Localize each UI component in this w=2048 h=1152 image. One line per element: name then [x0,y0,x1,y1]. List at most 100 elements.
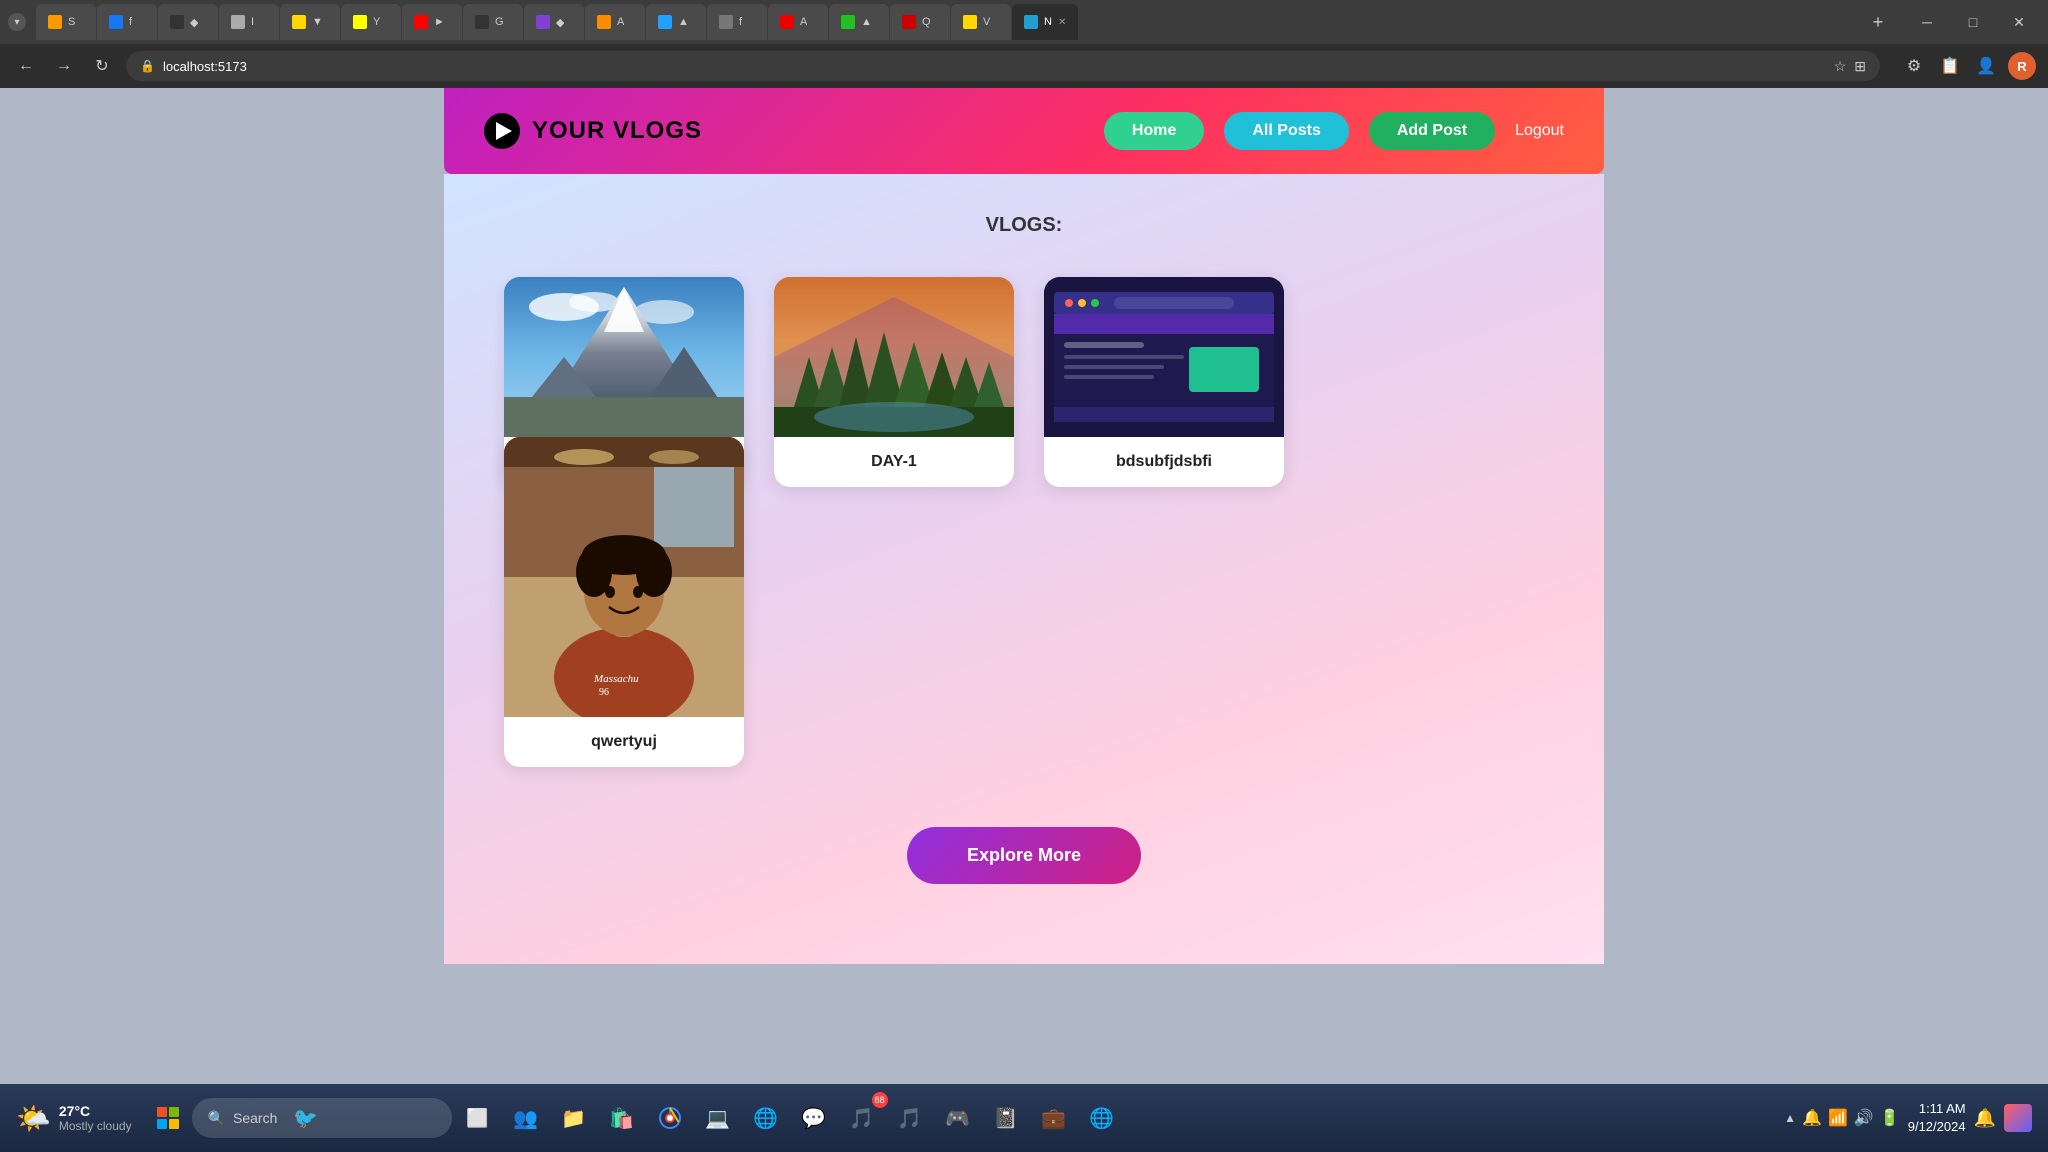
tab-label-3: ◆ [190,16,198,29]
taskbar-app-taskview[interactable]: ⬜ [456,1096,500,1140]
browser-tab-14[interactable]: ▲ [829,4,889,40]
taskbar-app-linkedin[interactable]: 💼 [1032,1096,1076,1140]
tray-volume-icon[interactable]: 🔊 [1854,1108,1874,1128]
tab-favicon-5 [292,15,306,29]
refresh-button[interactable]: ↻ [88,52,116,80]
vlog-card-4[interactable]: Massachu 96 qwertyuj [504,437,744,767]
taskbar-app-whatsapp[interactable]: 💬 [792,1096,836,1140]
browser-tab-11[interactable]: ▲ [646,4,706,40]
taskbar-app-edge[interactable]: 🌐 [744,1096,788,1140]
tab-label-9: ◆ [556,16,564,29]
clock-time: 1:11 AM [1908,1100,1966,1118]
system-tray: ▲ 🔔 📶 🔊 🔋 [1784,1108,1900,1128]
explore-more-button[interactable]: Explore More [907,827,1141,884]
browser-tab-3[interactable]: ◆ [158,4,218,40]
browser-tab-12[interactable]: f [707,4,767,40]
browser-tab-16[interactable]: V [951,4,1011,40]
browser-actions: ⚙ 📋 👤 R [1900,52,2036,80]
mountain-svg [504,277,744,437]
url-display: localhost:5173 [163,59,247,74]
color-swatch-icon[interactable] [2004,1104,2032,1132]
browser-tab-9[interactable]: ◆ [524,4,584,40]
taskbar-app-onenote[interactable]: 📓 [984,1096,1028,1140]
tab-label-6: Y [373,16,380,28]
browser-tab-4[interactable]: I [219,4,279,40]
tab-favicon-11 [658,15,672,29]
win-quad-blue [157,1119,167,1129]
tray-wifi-icon[interactable]: 📶 [1828,1108,1848,1128]
minimize-button[interactable]: ─ [1906,8,1948,36]
taskbar-app-vscode[interactable]: 💻 [696,1096,740,1140]
notification-badge-count: 88 [872,1092,888,1108]
home-button[interactable]: Home [1104,112,1204,150]
vlog-card-3[interactable]: bdsubfjdsbfi [1044,277,1284,487]
tray-battery-icon[interactable]: 🔋 [1880,1108,1900,1128]
extensions-icon[interactable]: ⊞ [1854,58,1866,75]
browser-tab-8[interactable]: G [463,4,523,40]
taskbar-app-teams[interactable]: 👥 [504,1096,548,1140]
tab-favicon-6 [353,15,367,29]
explore-btn-container: Explore More [484,827,1564,924]
forward-button[interactable]: → [50,52,78,80]
tab-label-15: Q [922,16,931,28]
browser-tab-13[interactable]: A [768,4,828,40]
maximize-button[interactable]: □ [1952,8,1994,36]
browser-tab-2[interactable]: f [97,4,157,40]
tab-favicon-active [1024,15,1038,29]
start-button[interactable] [148,1098,188,1138]
add-post-button[interactable]: Add Post [1369,112,1495,150]
system-clock[interactable]: 1:11 AM 9/12/2024 [1908,1100,1966,1136]
taskbar-app-spotify[interactable]: 🎵 [888,1096,932,1140]
browser-tab-10[interactable]: A [585,4,645,40]
weather-temp: 27°C [59,1103,132,1119]
tab-label-1: S [68,16,75,28]
logout-button[interactable]: Logout [1515,122,1564,140]
tab-bar-down-icon[interactable]: ▾ [8,13,26,31]
browser-tab-active[interactable]: N ✕ [1012,4,1078,40]
vlog-image-2 [774,277,1014,437]
tab-favicon-14 [841,15,855,29]
browser-tab-1[interactable]: S [36,4,96,40]
profile-avatar[interactable]: R [2008,52,2036,80]
close-button[interactable]: ✕ [1998,8,2040,36]
taskbar-app-discord[interactable]: 🎮 [936,1096,980,1140]
tab-favicon-12 [719,15,733,29]
browser-tab-15[interactable]: Q [890,4,950,40]
vlog-card-2[interactable]: DAY-1 [774,277,1014,487]
screenshare-icon[interactable]: 📋 [1936,52,1964,80]
taskbar-weather: 🌤️ 27°C Mostly cloudy [16,1102,132,1135]
tab-label-4: I [251,16,254,28]
tray-chevron-icon[interactable]: ▲ [1784,1111,1796,1125]
site-wrapper: YOUR VLOGS Home All Posts Add Post Logou… [444,88,1604,1084]
tab-favicon-15 [902,15,916,29]
taskbar-apps: ⬜ 👥 📁 🛍️ 💻 🌐 💬 🎵 88 🎵 🎮 📓 💼 🌐 [456,1096,1781,1140]
svg-text:Massachu: Massachu [593,673,639,685]
browser-chrome: ▾ S f ◆ I ▼ [0,0,2048,88]
browser-tab-7[interactable]: ► [402,4,462,40]
back-button[interactable]: ← [12,52,40,80]
taskbar-app-store[interactable]: 🛍️ [600,1096,644,1140]
taskbar-app-chrome2[interactable]: 🌐 [1080,1096,1124,1140]
taskbar-search-bar[interactable]: 🔍 Search 🐦 [192,1098,452,1138]
tab-close-icon[interactable]: ✕ [1058,17,1066,28]
browser-tab-5[interactable]: ▼ [280,4,340,40]
notification-icon[interactable]: 🔔 [1974,1108,1996,1129]
tabs-container: S f ◆ I ▼ Y ► [36,4,1862,40]
taskbar-app-explorer[interactable]: 📁 [552,1096,596,1140]
search-label: Search [233,1110,277,1126]
tray-network-icon[interactable]: 🔔 [1802,1108,1822,1128]
browser-tab-6[interactable]: Y [341,4,401,40]
taskbar-app-badge[interactable]: 🎵 88 [840,1096,884,1140]
extensions-button[interactable]: ⚙ [1900,52,1928,80]
site-header: YOUR VLOGS Home All Posts Add Post Logou… [444,88,1604,174]
vlogs-grid: hey,its a vlog app [484,277,1564,767]
page-content: YOUR VLOGS Home All Posts Add Post Logou… [0,88,2048,1084]
vlog-card-title-4: qwertyuj [504,717,744,767]
bookmark-icon[interactable]: ☆ [1834,58,1847,75]
all-posts-button[interactable]: All Posts [1224,112,1348,150]
tab-bar-controls: ▾ [8,13,26,31]
address-bar[interactable]: 🔒 localhost:5173 ☆ ⊞ [126,51,1880,81]
account-icon[interactable]: 👤 [1972,52,2000,80]
new-tab-button[interactable]: + [1864,8,1892,36]
taskbar-app-chrome[interactable] [648,1096,692,1140]
